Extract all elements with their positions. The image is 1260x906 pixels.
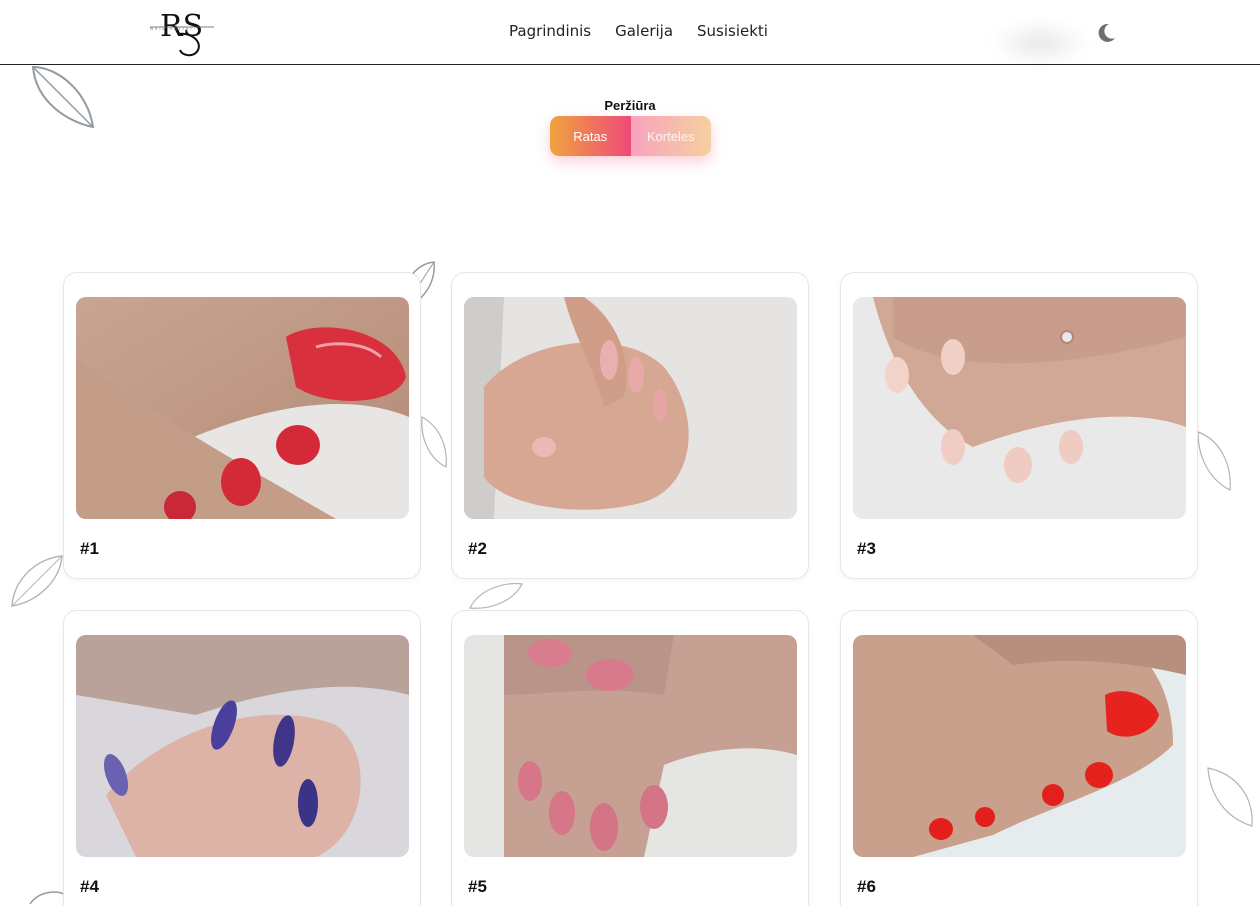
view-switch: Ratas Korteles	[550, 116, 711, 156]
card-caption: #3	[857, 539, 876, 558]
background-smudge	[990, 20, 1090, 66]
nav-link-home[interactable]: Pagrindinis	[509, 22, 591, 40]
view-option-wheel[interactable]: Ratas	[550, 116, 631, 156]
gallery-card[interactable]: #3	[840, 272, 1198, 579]
gallery-card[interactable]: #6	[840, 610, 1198, 906]
view-option-cards[interactable]: Korteles	[630, 116, 711, 156]
leaf-decoration-icon	[29, 891, 65, 905]
view-switch-label: Peržiūra	[604, 98, 656, 113]
logo-mark-icon: RS NAIL ARTIST	[150, 9, 214, 57]
card-caption: #4	[80, 877, 99, 896]
leaf-decoration-icon	[421, 416, 447, 468]
card-caption: #6	[857, 877, 876, 896]
leaf-decoration-icon	[31, 65, 95, 129]
card-caption: #2	[468, 539, 487, 558]
gallery-photo	[76, 297, 409, 519]
gallery-card[interactable]: #4	[63, 610, 421, 906]
site-header: RS NAIL ARTIST Pagrindinis Galerija Susi…	[0, 0, 1260, 66]
gallery-photo	[853, 297, 1186, 519]
gallery-photo	[853, 635, 1186, 857]
gallery-card[interactable]: #2	[451, 272, 809, 579]
theme-toggle-button[interactable]	[1095, 22, 1117, 44]
leaf-decoration-icon	[469, 583, 523, 609]
gallery-photo	[464, 297, 797, 519]
svg-text:NAIL ARTIST: NAIL ARTIST	[150, 26, 194, 31]
gallery-photo	[76, 635, 409, 857]
gallery-card[interactable]: #1	[63, 272, 421, 579]
nav-link-gallery[interactable]: Galerija	[615, 22, 673, 40]
moon-icon	[1098, 23, 1115, 42]
card-caption: #1	[80, 539, 99, 558]
gallery-photo	[464, 635, 797, 857]
logo[interactable]: RS NAIL ARTIST	[148, 6, 216, 58]
leaf-decoration-icon	[1197, 431, 1231, 491]
leaf-decoration-icon	[1207, 767, 1253, 827]
main-nav: Pagrindinis Galerija Susisiekti	[509, 22, 768, 40]
nav-link-contact[interactable]: Susisiekti	[697, 22, 768, 40]
leaf-decoration-icon	[11, 555, 63, 607]
card-caption: #5	[468, 877, 487, 896]
gallery-card[interactable]: #5	[451, 610, 809, 906]
